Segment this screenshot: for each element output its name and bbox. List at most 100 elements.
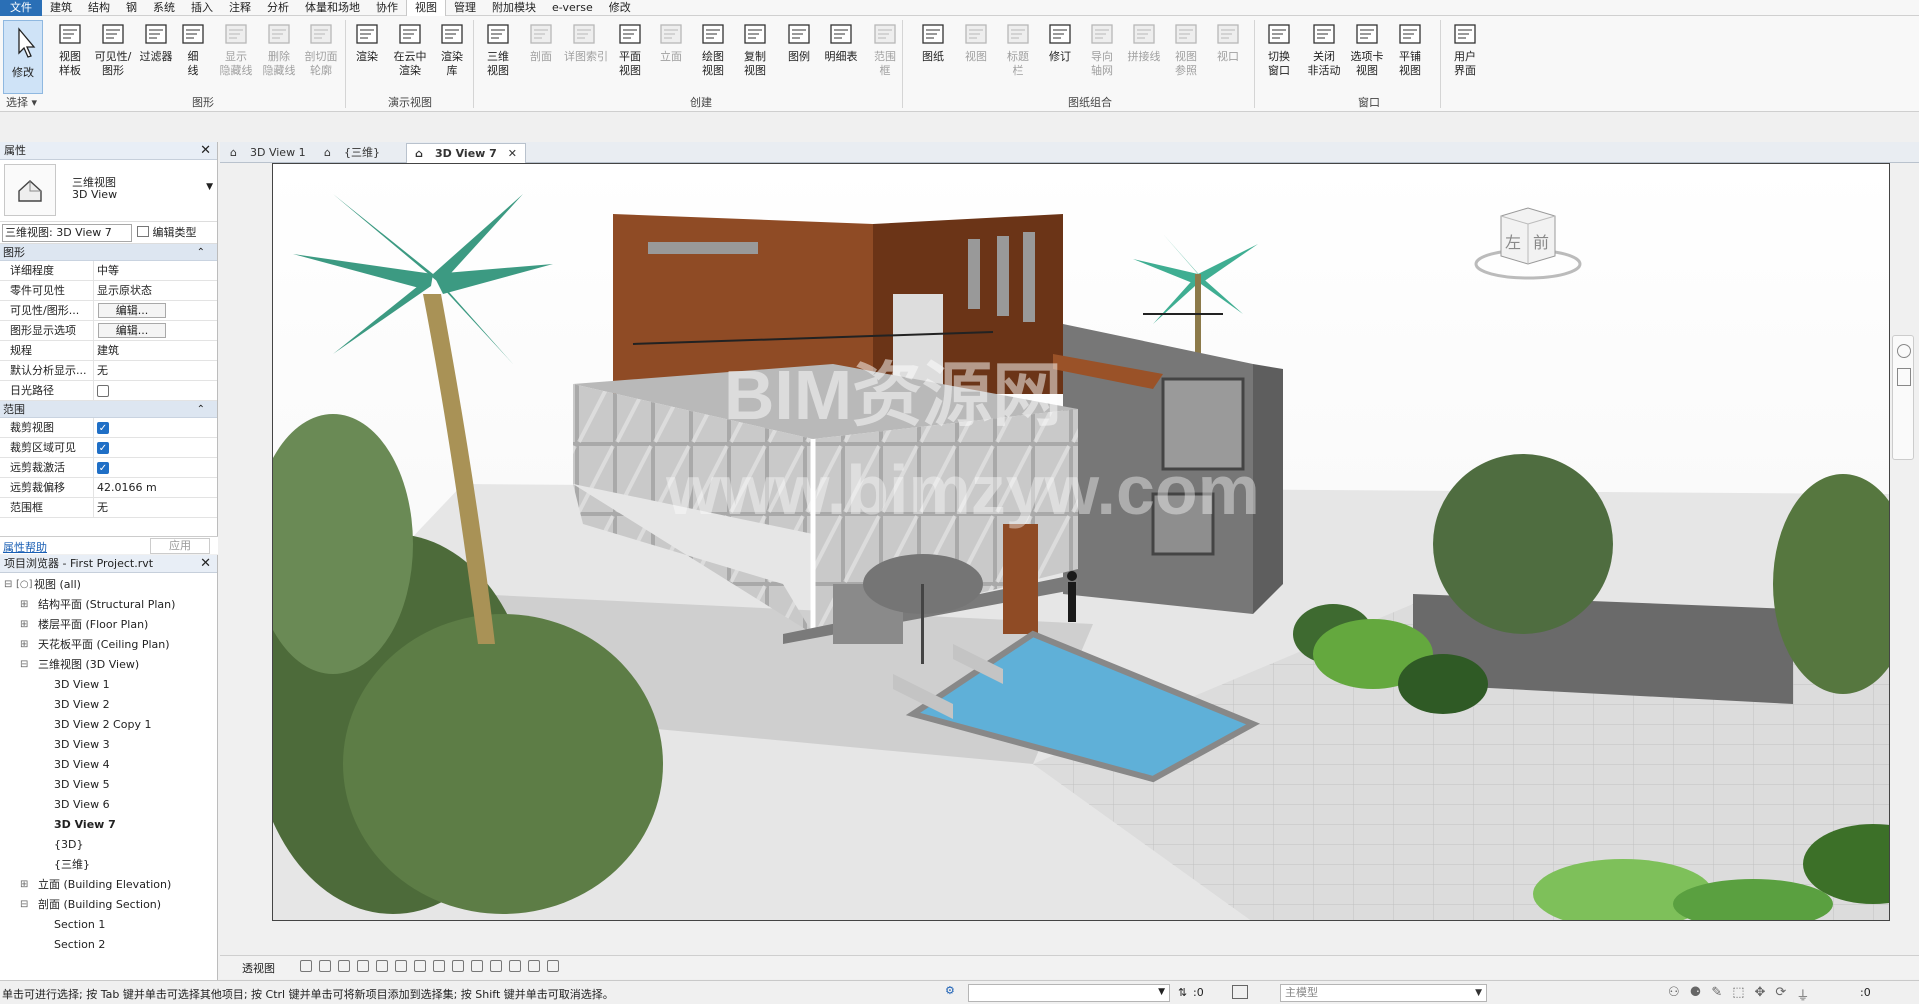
type-selector[interactable]: 三维视图 3D View ▼ <box>0 160 217 222</box>
tree-item[interactable]: 3D View 3 <box>0 735 217 755</box>
expand-icon[interactable]: ⊞ <box>20 875 28 895</box>
drafting-button[interactable]: 绘图 视图 <box>693 20 733 78</box>
tree-item[interactable]: ⊟ 三维视图 (3D View) <box>0 655 217 675</box>
property-row[interactable]: 零件可见性 显示原状态 <box>0 281 217 301</box>
guidegrid-button[interactable]: 导向 轴网 <box>1082 20 1122 78</box>
menu-tab[interactable]: 修改 <box>601 0 639 16</box>
tree-item[interactable]: {三维} <box>0 855 217 875</box>
instance-selector[interactable]: 三维视图: 3D View 7 <box>2 224 132 242</box>
property-row[interactable]: 范围框无 <box>0 498 217 518</box>
revision-button[interactable]: 修订 <box>1040 20 1080 64</box>
schedule-button[interactable]: 明细表 <box>821 20 861 64</box>
tree-item[interactable]: Section 2 <box>0 935 217 955</box>
tree-item[interactable]: 3D View 5 <box>0 775 217 795</box>
edit-button[interactable]: 编辑... <box>98 303 166 318</box>
steering-wheel-icon[interactable] <box>1897 344 1911 358</box>
menu-tab[interactable]: 注释 <box>221 0 259 16</box>
3d-viewport[interactable]: BIM资源网 www.bimzyw.com 左 前 <box>272 163 1890 921</box>
tree-item[interactable]: 3D View 1 <box>0 675 217 695</box>
property-row[interactable]: 图形显示选项 编辑... <box>0 321 217 341</box>
property-row[interactable]: 远剪裁偏移 42.0166 m <box>0 478 217 498</box>
menu-tab[interactable]: 文件 <box>0 0 42 16</box>
menu-tab[interactable]: 协作 <box>368 0 406 16</box>
tree-item[interactable]: {3D} <box>0 835 217 855</box>
tabviews-button[interactable]: 选项卡 视图 <box>1347 20 1387 78</box>
select-links-icon[interactable]: ⚇ <box>1668 985 1680 1004</box>
select-face-icon[interactable]: ⬚ <box>1732 985 1744 1004</box>
thinline-button[interactable]: 细线 <box>173 20 213 78</box>
view-tab[interactable]: ⌂ {三维} <box>316 143 420 163</box>
property-row[interactable]: 规程 建筑 <box>0 341 217 361</box>
tree-item[interactable]: Section 1 <box>0 915 217 935</box>
viewref-button[interactable]: 视图 参照 <box>1166 20 1206 78</box>
section-graphics[interactable]: 图形 ⌃ <box>0 244 217 261</box>
select-pinned-icon[interactable]: ✎ <box>1711 985 1722 1004</box>
collapse-icon[interactable]: ⊟ <box>4 575 12 595</box>
collapse-icon[interactable]: ⊟ <box>20 895 28 915</box>
render-button[interactable]: 渲染 <box>347 20 387 64</box>
menu-tab[interactable]: 管理 <box>446 0 484 16</box>
property-row[interactable]: 可见性/图形... 编辑... <box>0 301 217 321</box>
close-icon[interactable]: ✕ <box>200 555 211 573</box>
tree-item[interactable]: ⊟ 剖面 (Building Section) <box>0 895 217 915</box>
property-row[interactable]: 日光路径 <box>0 381 217 401</box>
expand-icon[interactable]: ⊞ <box>20 635 28 655</box>
workset-dropdown[interactable]: ▼ <box>968 984 1170 1002</box>
userinterface-button[interactable]: 用户 界面 <box>1445 20 1485 78</box>
section-button[interactable]: 剖面 <box>521 20 561 64</box>
close-icon[interactable]: ✕ <box>508 144 517 164</box>
temp-hide-icon[interactable] <box>471 960 483 972</box>
tree-item[interactable]: 3D View 2 Copy 1 <box>0 715 217 735</box>
drag-elements-icon[interactable]: ✥ <box>1755 985 1766 1004</box>
expand-icon[interactable]: ⊞ <box>20 595 28 615</box>
view-tab[interactable]: ⌂ 3D View 7 ✕ <box>406 143 526 163</box>
3dview-button[interactable]: 三维 视图 <box>478 20 518 78</box>
menu-tab[interactable]: 插入 <box>183 0 221 16</box>
edit-type-button[interactable]: 编辑类型 <box>137 224 215 242</box>
menu-tab[interactable]: 分析 <box>259 0 297 16</box>
tree-item[interactable]: 3D View 2 <box>0 695 217 715</box>
menu-tab[interactable]: 建筑 <box>42 0 80 16</box>
switchwindow-button[interactable]: 切换 窗口 <box>1259 20 1299 78</box>
viewport-button[interactable]: 视口 <box>1208 20 1248 64</box>
callout-button[interactable]: 详图索引 <box>564 20 608 64</box>
expand-icon[interactable]: ⊞ <box>20 615 28 635</box>
section-extents[interactable]: 范围 ⌃ <box>0 401 217 418</box>
checkbox[interactable]: ✓ <box>97 462 109 474</box>
menu-tab[interactable]: 体量和场地 <box>297 0 368 16</box>
select-panel-label[interactable]: 选择 ▾ <box>6 96 37 110</box>
menu-tab[interactable]: 视图 <box>406 0 446 16</box>
matchline-button[interactable]: 拼接线 <box>1124 20 1164 64</box>
tree-item[interactable]: 3D View 6 <box>0 795 217 815</box>
apply-button[interactable]: 应用 <box>150 538 210 554</box>
property-row[interactable]: 远剪裁激活 ✓ <box>0 458 217 478</box>
reveal-hidden-icon[interactable] <box>490 960 502 972</box>
tree-item[interactable]: 3D View 4 <box>0 755 217 775</box>
duplicate-button[interactable]: 复制 视图 <box>735 20 775 78</box>
sun-path-icon[interactable] <box>357 960 369 972</box>
temp-props-icon[interactable] <box>509 960 521 972</box>
menu-tab[interactable]: 附加模块 <box>484 0 544 16</box>
sheet-button[interactable]: 图纸 <box>913 20 953 64</box>
showhidden-button[interactable]: 显示 隐藏线 <box>216 20 256 78</box>
editable-only-icon[interactable]: ⇅ <box>1178 986 1187 999</box>
checkbox[interactable]: ✓ <box>97 442 109 454</box>
view-cube[interactable]: 左 前 <box>1473 204 1583 284</box>
design-option-dropdown[interactable]: 主模型 ▼ <box>1280 984 1487 1002</box>
worksets-icon[interactable]: ⚙ <box>945 984 965 1000</box>
visual-style-icon[interactable] <box>338 960 350 972</box>
checkbox[interactable]: ✓ <box>97 422 109 434</box>
view-button[interactable]: 视图 <box>956 20 996 64</box>
shadows-icon[interactable] <box>376 960 388 972</box>
menu-tab[interactable]: e-verse <box>544 0 601 16</box>
show-crop-icon[interactable] <box>433 960 445 972</box>
menu-tab[interactable]: 结构 <box>80 0 118 16</box>
filter-button[interactable]: 过滤器 <box>136 20 176 64</box>
property-row[interactable]: 裁剪区域可见 ✓ <box>0 438 217 458</box>
tree-item[interactable]: ⊞ 楼层平面 (Floor Plan) <box>0 615 217 635</box>
filter-icon[interactable]: ⏚ <box>1796 985 1809 1004</box>
properties-help-link[interactable]: 属性帮助 <box>3 539 47 555</box>
gallery-button[interactable]: 渲染库 <box>432 20 472 78</box>
view-tab[interactable]: ⌂ 3D View 1 <box>222 143 330 163</box>
tree-item[interactable]: ⊞ 结构平面 (Structural Plan) <box>0 595 217 615</box>
